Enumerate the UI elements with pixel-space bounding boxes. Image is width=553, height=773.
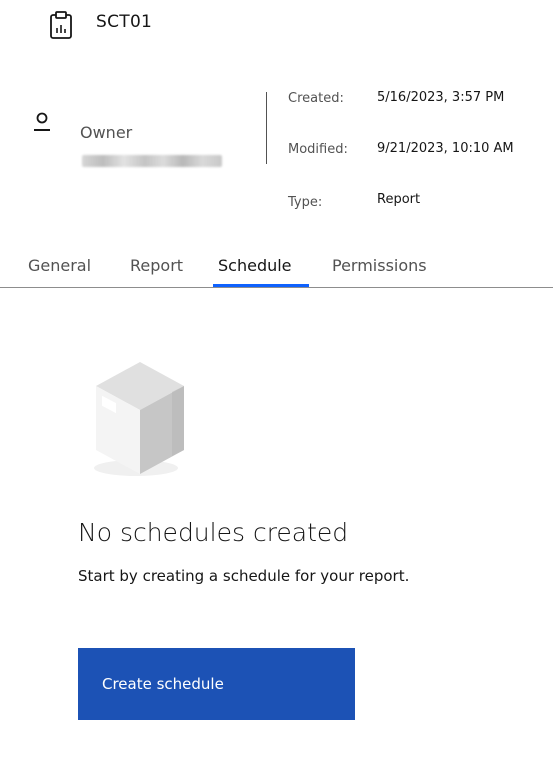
tab-report[interactable]: Report	[130, 256, 183, 275]
create-schedule-button[interactable]: Create schedule	[78, 648, 355, 720]
created-value: 5/16/2023, 3:57 PM	[377, 90, 505, 105]
meta-divider	[266, 92, 267, 164]
owner-label: Owner	[80, 123, 133, 142]
tab-general[interactable]: General	[28, 256, 91, 275]
user-icon	[34, 112, 50, 131]
tab-schedule[interactable]: Schedule	[218, 256, 292, 275]
box-icon	[94, 362, 184, 476]
tab-divider	[0, 287, 553, 288]
empty-state-description: Start by creating a schedule for your re…	[78, 567, 410, 585]
type-label: Type:	[288, 195, 323, 210]
report-icon	[50, 11, 72, 39]
owner-name-redacted	[82, 155, 222, 167]
empty-state-title: No schedules created	[78, 518, 349, 547]
type-value: Report	[377, 192, 421, 207]
active-tab-indicator	[213, 284, 309, 287]
created-label: Created:	[288, 91, 344, 106]
modified-label: Modified:	[288, 142, 348, 157]
tab-permissions[interactable]: Permissions	[332, 256, 427, 275]
page-title: SCT01	[96, 12, 153, 32]
modified-value: 9/21/2023, 10:10 AM	[377, 141, 514, 156]
